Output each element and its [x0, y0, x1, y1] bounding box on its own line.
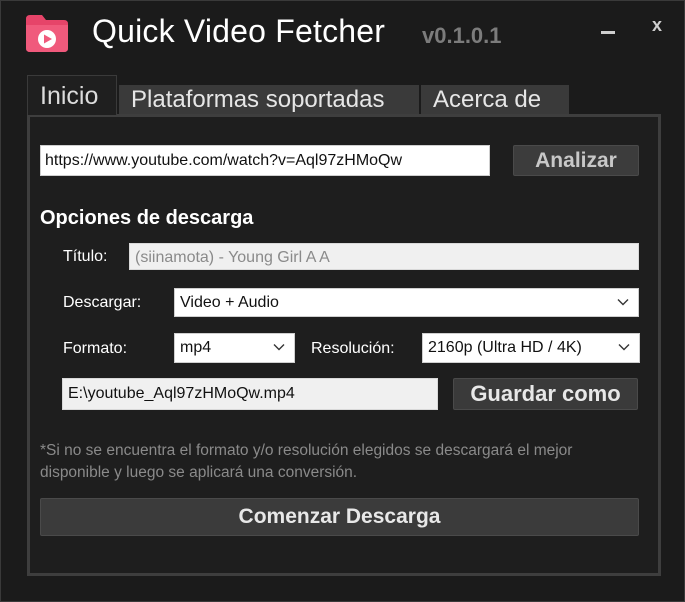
download-label: Descargar: — [63, 294, 142, 311]
resolution-select-value: 2160p (Ultra HD / 4K) — [428, 339, 582, 356]
tab-acerca-de[interactable]: Acerca de — [421, 85, 569, 115]
url-input[interactable]: https://www.youtube.com/watch?v=Aql97zHM… — [40, 145, 490, 176]
resolution-label: Resolución: — [311, 340, 395, 357]
close-button[interactable]: x — [646, 15, 668, 37]
app-window: Quick Video Fetcher v0.1.0.1 x Inicio Pl… — [0, 0, 685, 602]
tab-inicio[interactable]: Inicio — [27, 75, 117, 115]
save-as-button[interactable]: Guardar como — [453, 378, 638, 410]
analyze-button[interactable]: Analizar — [513, 145, 639, 176]
chevron-down-icon — [617, 299, 629, 306]
app-version: v0.1.0.1 — [422, 23, 502, 48]
start-download-button[interactable]: Comenzar Descarga — [40, 498, 639, 536]
format-select[interactable]: mp4 — [174, 333, 295, 363]
download-select[interactable]: Video + Audio — [174, 288, 639, 317]
folder-play-icon — [26, 15, 68, 52]
format-select-value: mp4 — [180, 339, 212, 356]
title-field: (siinamota) - Young Girl A A — [129, 243, 639, 270]
chevron-down-icon — [273, 344, 285, 351]
download-select-value: Video + Audio — [180, 294, 279, 311]
save-path-field[interactable]: E:\youtube_Aql97zHMoQw.mp4 — [62, 378, 438, 410]
resolution-select[interactable]: 2160p (Ultra HD / 4K) — [422, 333, 640, 363]
minimize-icon — [601, 31, 615, 34]
chevron-down-icon — [618, 344, 630, 351]
app-title: Quick Video Fetcher — [92, 13, 386, 49]
tab-plataformas-soportadas[interactable]: Plataformas soportadas — [119, 85, 419, 115]
minimize-button[interactable] — [597, 15, 619, 37]
section-title: Opciones de descarga — [40, 207, 254, 229]
format-label: Formato: — [63, 340, 128, 357]
title-label: Título: — [63, 248, 108, 265]
conversion-note: *Si no se encuentra el formato y/o resol… — [40, 442, 573, 481]
